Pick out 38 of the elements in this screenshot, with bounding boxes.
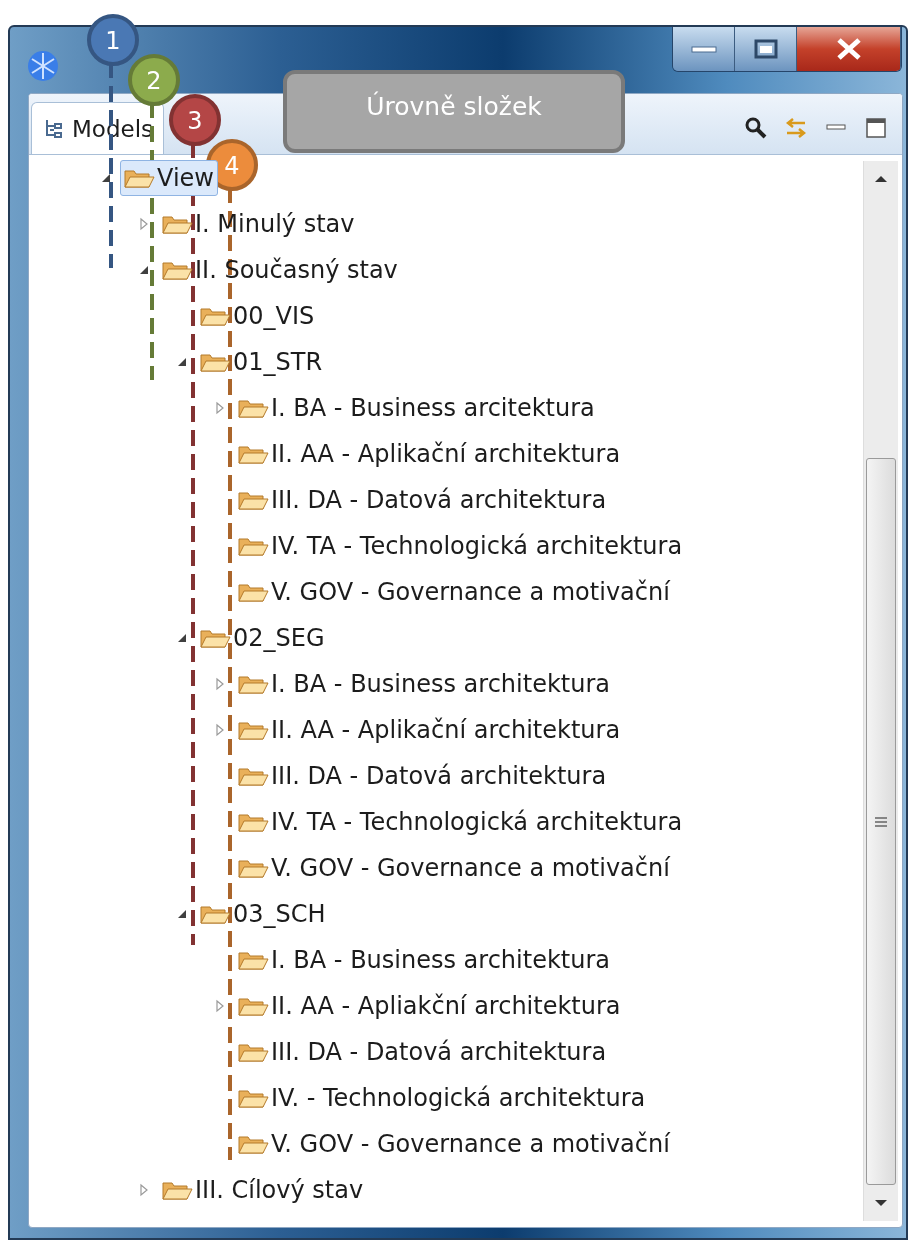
tree-item[interactable]: II. Současný stav <box>158 252 402 288</box>
search-icon[interactable] <box>744 116 768 140</box>
maximize-icon[interactable] <box>864 116 888 140</box>
scrollbar-thumb[interactable] <box>866 458 896 1185</box>
marker-number: 1 <box>105 27 121 55</box>
tree-item[interactable]: 00_VIS <box>196 298 319 334</box>
tree-item[interactable]: View <box>120 160 218 196</box>
tree-item[interactable]: IV. - Technologická architektura <box>234 1080 650 1116</box>
tree-item[interactable]: II. AA - Apliakční architektura <box>234 988 625 1024</box>
minimize-icon <box>690 44 717 54</box>
marker-number: 3 <box>187 107 203 135</box>
tree-item[interactable]: 01_STR <box>196 344 327 380</box>
maximize-button[interactable] <box>735 27 797 71</box>
tree-item[interactable]: III. DA - Datová architektura <box>234 758 611 794</box>
tree-item[interactable]: 03_SCH <box>196 896 330 932</box>
marker-number: 2 <box>146 67 162 95</box>
tree-item[interactable]: 02_SEG <box>196 620 329 656</box>
tree-item[interactable]: III. DA - Datová architektura <box>234 1034 611 1070</box>
tree-item[interactable]: IV. TA - Technologická architektura <box>234 528 687 564</box>
tree-item[interactable]: V. GOV - Governance a motivační <box>234 1126 674 1162</box>
tree-item[interactable]: III. Cílový stav <box>158 1172 368 1208</box>
tree-item[interactable]: I. Minulý stav <box>158 206 359 242</box>
callout-label: Úrovně složek <box>283 70 625 153</box>
tree-item[interactable]: III. DA - Datová architektura <box>234 482 611 518</box>
marker-number: 4 <box>224 152 240 180</box>
tree-item[interactable]: IV. TA - Technologická architektura <box>234 804 687 840</box>
tree-item[interactable]: II. AA - Aplikační architektura <box>234 712 625 748</box>
close-button[interactable] <box>797 27 901 71</box>
tree-item[interactable]: I. BA - Business arcitektura <box>234 390 599 426</box>
tree-item[interactable]: I. BA - Business architektura <box>234 666 614 702</box>
tree-item[interactable]: II. AA - Aplikační architektura <box>234 436 625 472</box>
snowflake-icon <box>26 49 60 83</box>
scrollbar[interactable] <box>863 161 898 1221</box>
tree-item[interactable]: I. BA - Business architektura <box>234 942 614 978</box>
tree-icon <box>44 117 64 140</box>
maximize-icon <box>753 39 778 59</box>
tree-item[interactable]: V. GOV - Governance a motivační <box>234 574 674 610</box>
tree-item[interactable]: V. GOV - Governance a motivační <box>234 850 674 886</box>
